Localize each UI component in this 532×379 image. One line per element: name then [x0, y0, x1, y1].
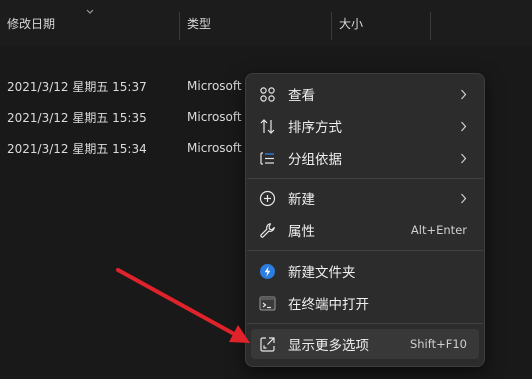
context-menu: 查看 排序方式 分组依据 新建 属性 Alt+Enter 新建文件夹 在终端中打…	[245, 73, 485, 367]
menu-item-label: 查看	[288, 88, 315, 104]
column-header-bar: 修改日期 类型 大小	[0, 0, 532, 46]
menu-item-view[interactable]: 查看	[251, 79, 479, 109]
shortcut-label: Alt+Enter	[410, 223, 467, 237]
group-list-icon	[260, 152, 274, 165]
file-type: Microsoft	[187, 110, 242, 124]
menu-separator	[247, 178, 483, 179]
menu-item-label: 分组依据	[288, 152, 342, 168]
wrench-icon	[260, 223, 275, 238]
menu-separator	[247, 323, 483, 324]
file-date: 2021/3/12 星期五 15:37	[7, 79, 147, 94]
menu-item-group-by[interactable]: 分组依据	[251, 143, 479, 173]
new-folder-icon	[260, 264, 275, 279]
menu-item-open-in-terminal[interactable]: 在终端中打开	[251, 288, 479, 318]
menu-item-label: 新建	[288, 192, 315, 208]
menu-separator	[247, 250, 483, 251]
menu-item-label: 排序方式	[288, 120, 342, 136]
shortcut-label: Shift+F10	[409, 337, 467, 351]
file-type: Microsoft	[187, 141, 242, 155]
column-size-label: 大小	[339, 16, 364, 31]
file-date: 2021/3/12 星期五 15:34	[7, 141, 147, 156]
column-date-label: 修改日期	[7, 16, 56, 31]
column-header-date-modified[interactable]: 修改日期	[0, 0, 178, 46]
chevron-right-icon	[461, 153, 467, 164]
menu-item-properties[interactable]: 属性 Alt+Enter	[251, 215, 479, 245]
menu-item-label: 显示更多选项	[288, 338, 369, 354]
menu-item-new[interactable]: 新建	[251, 183, 479, 213]
new-plus-icon	[259, 190, 276, 207]
expand-icon	[260, 337, 275, 352]
menu-item-label: 在终端中打开	[288, 297, 369, 313]
column-divider[interactable]	[430, 12, 431, 40]
menu-item-new-folder[interactable]: 新建文件夹	[251, 256, 479, 286]
view-grid-icon	[260, 87, 275, 102]
chevron-right-icon	[461, 193, 467, 204]
file-date: 2021/3/12 星期五 15:35	[7, 110, 147, 125]
column-header-size[interactable]: 大小	[332, 0, 430, 46]
column-type-label: 类型	[187, 16, 212, 31]
file-explorer-view: 修改日期 类型 大小 2021/3/12 星期五 15:37 Microsoft…	[0, 0, 532, 379]
menu-item-label: 属性	[288, 224, 315, 240]
terminal-icon	[259, 296, 276, 311]
chevron-right-icon	[461, 89, 467, 100]
sort-icon	[260, 119, 275, 134]
menu-item-sort-by[interactable]: 排序方式	[251, 111, 479, 141]
column-header-type[interactable]: 类型	[180, 0, 330, 46]
menu-item-label: 新建文件夹	[288, 265, 356, 281]
chevron-right-icon	[461, 121, 467, 132]
file-type: Microsoft	[187, 79, 242, 93]
menu-item-show-more-options[interactable]: 显示更多选项 Shift+F10	[251, 329, 479, 359]
